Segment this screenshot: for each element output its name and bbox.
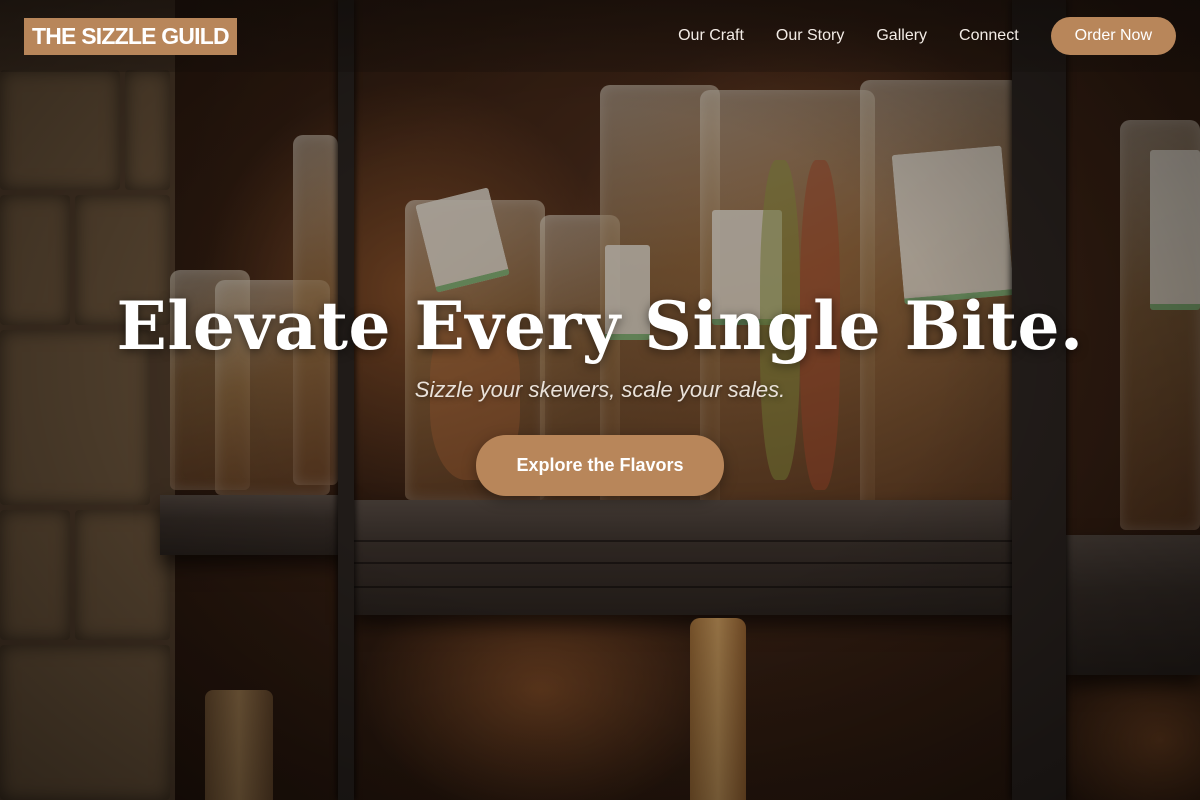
nav-menu: Our Craft Our Story Gallery Connect Orde… [646,17,1176,55]
hero-tagline: Sizzle your skewers, scale your sales. [414,376,786,402]
order-now-button[interactable]: Order Now [1050,17,1176,55]
nav-link-gallery[interactable]: Gallery [876,27,927,45]
top-navbar: THE SIZZLE GUILD Our Craft Our Story Gal… [0,0,1200,72]
hero-headline: Elevate Every Single Bite. [116,287,1084,365]
nav-link-our-craft[interactable]: Our Craft [678,27,744,45]
hero-content: Elevate Every Single Bite. Sizzle your s… [0,290,1200,496]
brand-logo[interactable]: THE SIZZLE GUILD [24,17,237,55]
explore-flavors-button[interactable]: Explore the Flavors [476,434,724,496]
hero-section: THE SIZZLE GUILD Our Craft Our Story Gal… [0,0,1200,800]
nav-link-connect[interactable]: Connect [959,27,1019,45]
nav-link-our-story[interactable]: Our Story [776,27,844,45]
